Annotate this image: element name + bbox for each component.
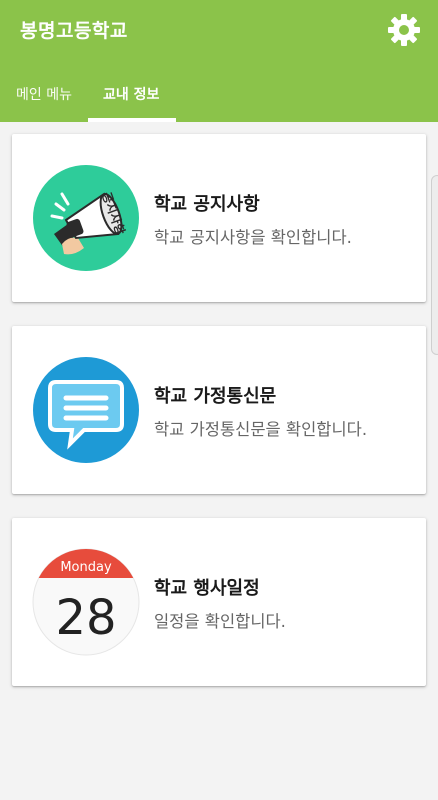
calendar-day-number: 28 [55,590,116,646]
newsletter-card-title: 학교 가정통신문 [154,386,277,407]
scroll-indicator[interactable] [431,175,438,355]
notice-card[interactable]: 공지사항 학교 공지사항 학교 공지사항을 확인합니다. [12,134,426,302]
notice-card-subtitle: 학교 공지사항을 확인합니다. [154,228,352,247]
gear-icon[interactable] [386,12,422,48]
schedule-card-subtitle: 일정을 확인합니다. [154,612,286,631]
app-title: 봉명고등학교 [20,20,128,42]
megaphone-icon: 공지사항 [33,165,139,271]
calendar-icon: Monday 28 [32,548,140,656]
app-bar: 봉명고등학교 메인 메뉴 교내 정보 [0,0,438,122]
newsletter-card-subtitle: 학교 가정통신문을 확인합니다. [154,420,368,439]
message-icon [33,357,139,463]
tab-school-info[interactable]: 교내 정보 [103,84,159,104]
newsletter-card[interactable]: 학교 가정통신문 학교 가정통신문을 확인합니다. [12,326,426,494]
tab-indicator [88,118,176,122]
tab-main-menu[interactable]: 메인 메뉴 [16,84,72,104]
notice-card-title: 학교 공지사항 [154,194,260,215]
schedule-card[interactable]: Monday 28 학교 행사일정 일정을 확인합니다. [12,518,426,686]
schedule-card-title: 학교 행사일정 [154,578,260,599]
calendar-day-name: Monday [60,560,112,575]
